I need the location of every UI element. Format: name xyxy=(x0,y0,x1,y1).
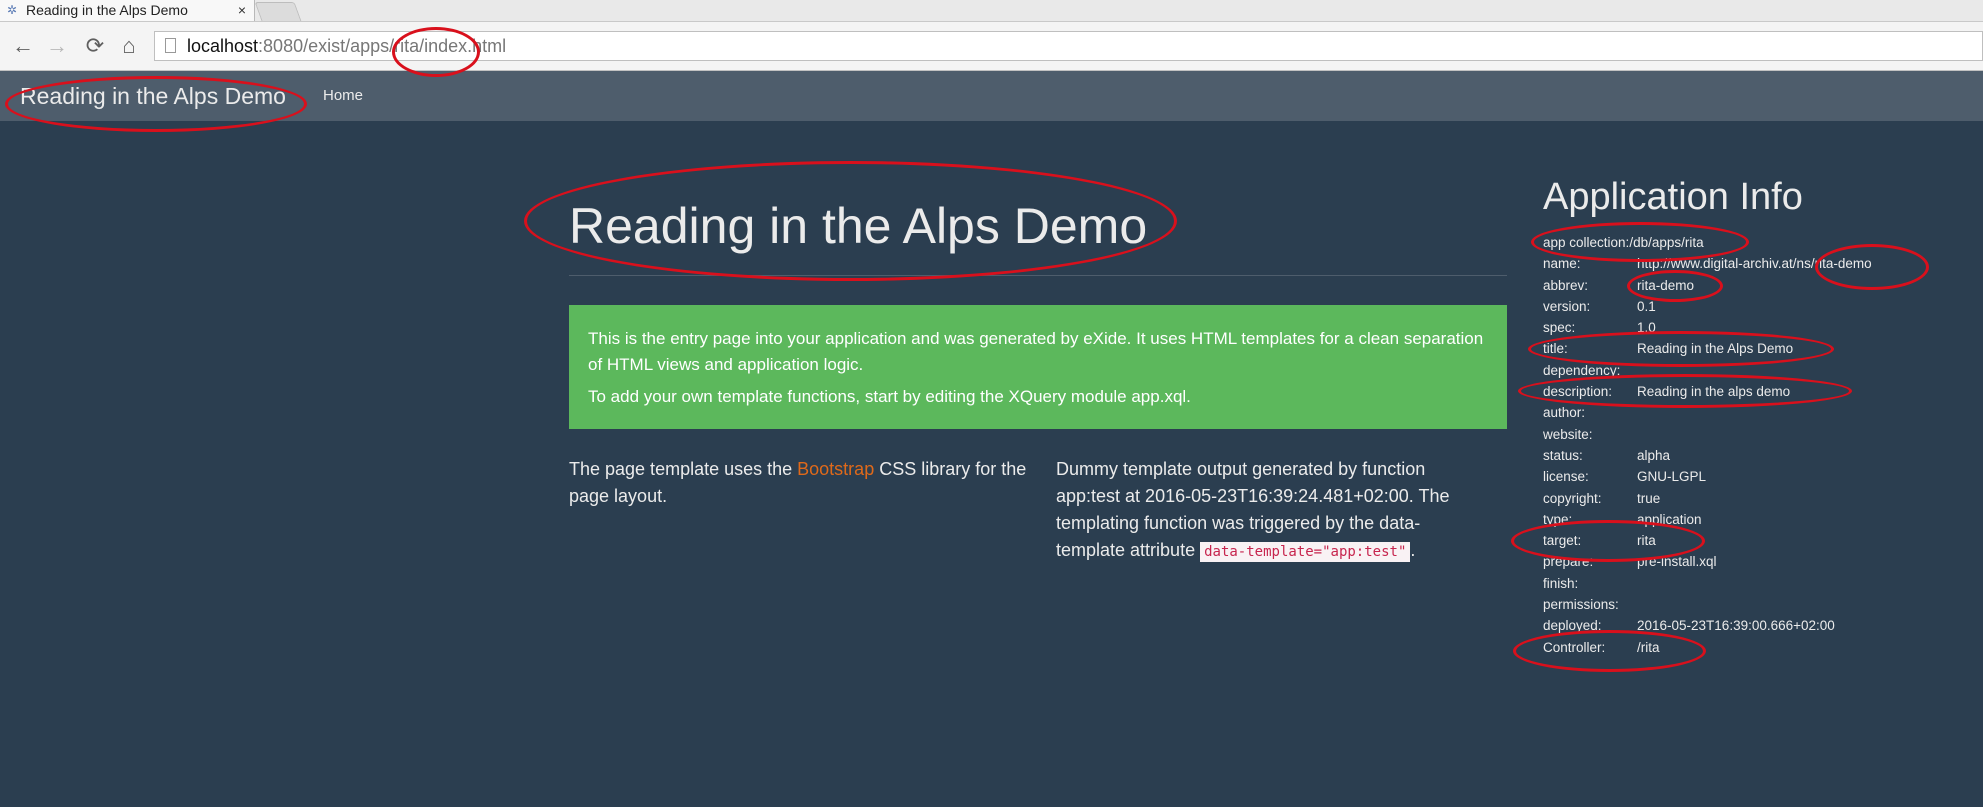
info-key: Controller: xyxy=(1543,639,1606,655)
info-value: Reading in the alps demo xyxy=(1637,384,1791,400)
back-icon[interactable]: ← xyxy=(8,22,38,70)
info-row: status: alpha xyxy=(1543,445,1872,466)
info-row: target: rita xyxy=(1543,530,1872,551)
info-value: http://www.digital-archiv.at/ns/rita-dem… xyxy=(1637,256,1872,272)
info-key: type: xyxy=(1543,511,1573,527)
info-key: status: xyxy=(1543,447,1583,463)
url-path: :8080/exist/apps/rita/index.html xyxy=(258,36,507,56)
template-note-prefix: The page template uses the xyxy=(569,459,798,479)
tab-strip: ✲ Reading in the Alps Demo × xyxy=(0,0,1983,22)
info-row: title: Reading in the Alps Demo xyxy=(1543,338,1872,359)
info-key: deployed: xyxy=(1543,618,1602,634)
info-value: GNU-LGPL xyxy=(1637,469,1707,485)
info-row: author: xyxy=(1543,402,1872,423)
info-key: name: xyxy=(1543,256,1581,272)
page-icon xyxy=(165,38,176,53)
info-value: /rita xyxy=(1637,639,1660,655)
info-key: finish: xyxy=(1543,575,1579,591)
info-value: pre-install.xql xyxy=(1637,554,1717,570)
dummy-output-end: . xyxy=(1410,540,1416,560)
info-key: website: xyxy=(1543,426,1593,442)
info-key: title: xyxy=(1543,341,1568,357)
dummy-output: Dummy template output generated by funct… xyxy=(1056,456,1456,566)
info-value xyxy=(1637,360,1872,381)
info-row: Controller: /rita xyxy=(1543,637,1872,658)
address-bar[interactable]: localhost:8080/exist/apps/rita/index.htm… xyxy=(154,31,1983,61)
info-row: permissions: xyxy=(1543,594,1872,615)
browser-toolbar: ← → ⟳ ⌂ localhost:8080/exist/apps/rita/i… xyxy=(0,22,1983,71)
reload-icon[interactable]: ⟳ xyxy=(80,22,110,70)
application-info-table: app collection:/db/apps/rita name: http:/… xyxy=(1543,232,1872,658)
new-tab-button[interactable] xyxy=(254,2,302,21)
template-note: The page template uses the Bootstrap CSS… xyxy=(569,456,1029,510)
favicon-icon: ✲ xyxy=(7,3,18,17)
info-value: Reading in the Alps Demo xyxy=(1637,341,1794,357)
info-row: copyright: true xyxy=(1543,488,1872,509)
info-row: abbrev: rita-demo xyxy=(1543,275,1872,296)
info-row: version: 0.1 xyxy=(1543,296,1872,317)
browser-tab[interactable]: ✲ Reading in the Alps Demo × xyxy=(0,0,255,21)
navbar-brand[interactable]: Reading in the Alps Demo xyxy=(20,71,286,121)
info-value: application xyxy=(1637,511,1702,527)
info-value xyxy=(1637,424,1872,445)
info-key: target: xyxy=(1543,533,1582,549)
info-row: app collection:/db/apps/rita xyxy=(1543,232,1872,253)
info-key: license: xyxy=(1543,469,1589,485)
info-value xyxy=(1637,594,1872,615)
data-template-code: data-template="app:test" xyxy=(1200,542,1411,562)
info-row: name: http://www.digital-archiv.at/ns/rit… xyxy=(1543,253,1872,274)
info-key: author: xyxy=(1543,405,1586,421)
info-value: rita xyxy=(1637,533,1656,549)
info-value: true xyxy=(1637,490,1661,506)
url-host: localhost xyxy=(187,36,259,56)
home-icon[interactable]: ⌂ xyxy=(114,22,144,70)
info-value: /db/apps/rita xyxy=(1629,235,1704,250)
app-navbar: Reading in the Alps Demo Home xyxy=(0,71,1983,121)
info-key: copyright: xyxy=(1543,490,1602,506)
info-key: dependency: xyxy=(1543,362,1621,378)
forward-icon[interactable]: → xyxy=(42,22,72,70)
info-row: description: Reading in the alps demo xyxy=(1543,381,1872,402)
info-value: alpha xyxy=(1637,447,1671,463)
info-row: spec: 1.0 xyxy=(1543,317,1872,338)
tab-title: Reading in the Alps Demo xyxy=(26,2,188,18)
alert-text-2: To add your own template functions, star… xyxy=(588,387,1191,406)
info-value xyxy=(1637,402,1872,423)
info-key: description: xyxy=(1543,384,1613,400)
info-value: 1.0 xyxy=(1637,320,1656,336)
info-value: rita-demo xyxy=(1637,277,1695,293)
nav-link-home[interactable]: Home xyxy=(323,71,363,121)
tab-close-icon[interactable]: × xyxy=(238,0,246,21)
info-value: 2016-05-23T16:39:00.666+02:00 xyxy=(1637,618,1835,634)
bootstrap-link[interactable]: Bootstrap xyxy=(797,459,874,479)
info-row: prepare: pre-install.xql xyxy=(1543,551,1872,572)
info-alert: This is the entry page into your applica… xyxy=(569,305,1507,429)
info-row: license: GNU-LGPL xyxy=(1543,466,1872,487)
info-value xyxy=(1637,573,1872,594)
info-row: deployed: 2016-05-23T16:39:00.666+02:00 xyxy=(1543,615,1872,636)
application-info-title: Application Info xyxy=(1543,176,1803,218)
info-row: dependency: xyxy=(1543,360,1872,381)
info-key: app collection: xyxy=(1543,235,1630,250)
page-title: Reading in the Alps Demo xyxy=(569,198,1148,254)
alert-text-1: This is the entry page into your applica… xyxy=(588,329,1484,374)
info-row: website: xyxy=(1543,424,1872,445)
info-key: version: xyxy=(1543,298,1591,314)
info-row: finish: xyxy=(1543,573,1872,594)
url-text[interactable]: localhost:8080/exist/apps/rita/index.htm… xyxy=(187,32,506,60)
info-key: spec: xyxy=(1543,320,1576,336)
info-key: permissions: xyxy=(1543,597,1619,613)
title-divider xyxy=(569,275,1507,276)
info-value: 0.1 xyxy=(1637,298,1656,314)
info-key: abbrev: xyxy=(1543,277,1589,293)
info-key: prepare: xyxy=(1543,554,1594,570)
info-row: type: application xyxy=(1543,509,1872,530)
